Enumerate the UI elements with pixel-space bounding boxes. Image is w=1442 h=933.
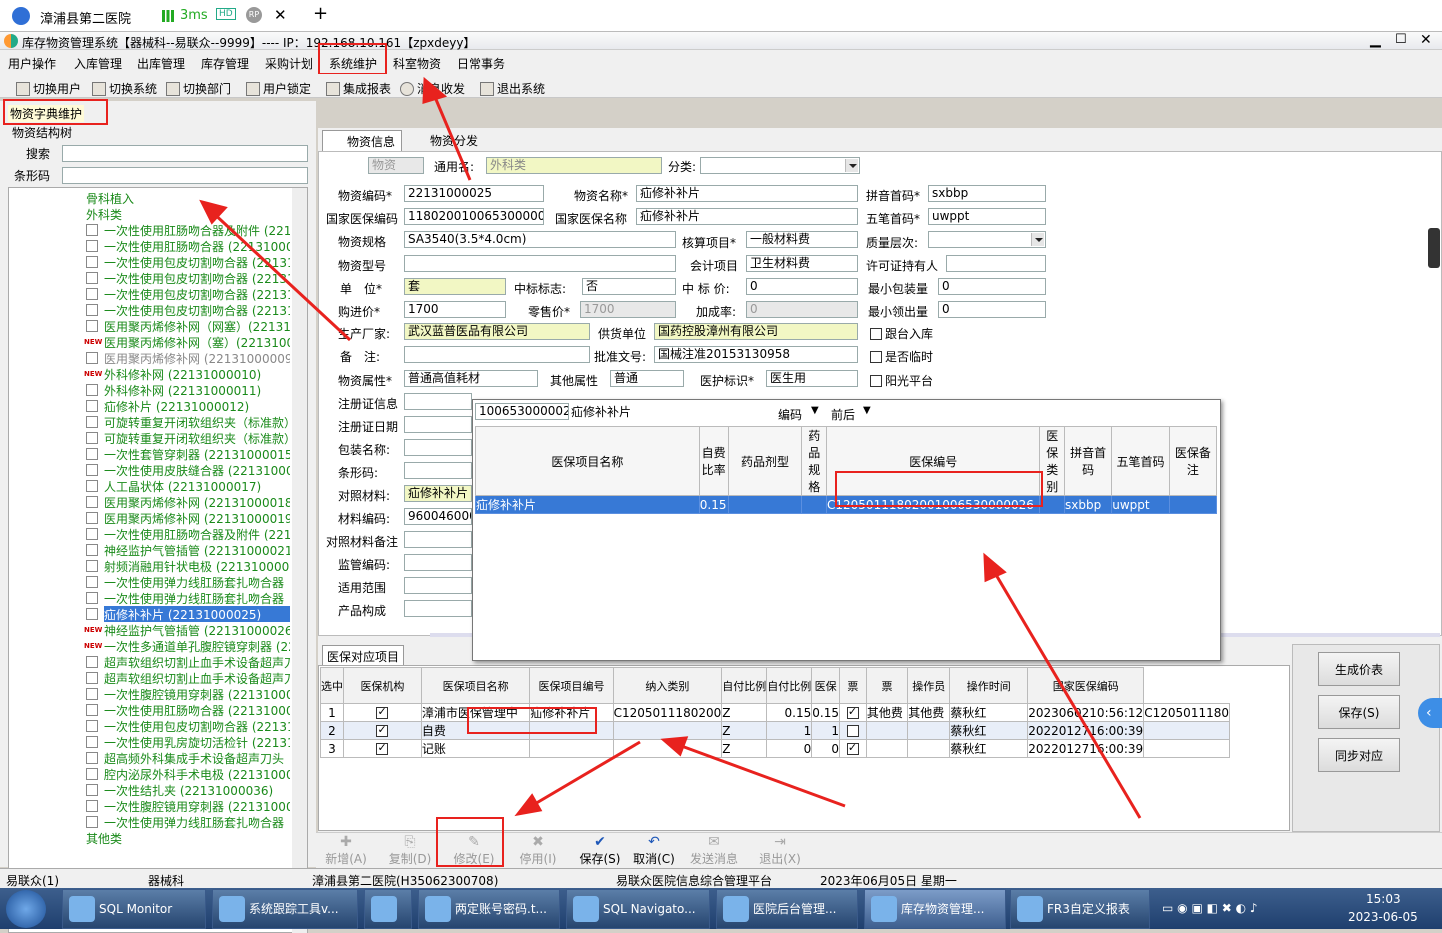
app-icon (723, 896, 749, 922)
app-icon (371, 896, 397, 922)
task-sql-navigator[interactable]: SQL Navigato... (566, 889, 710, 929)
status-hospital: 漳浦县第二医院(H35062300708) (312, 874, 499, 888)
clock-date: 2023-06-05 (1348, 910, 1418, 924)
task-trace-tool[interactable]: 系统跟踪工具v... (212, 889, 358, 929)
app-icon (573, 896, 599, 922)
start-button[interactable] (6, 890, 46, 928)
status-user: 易联众(1) (6, 874, 59, 888)
annotation-arrows (199, 76, 1142, 819)
app-icon (219, 896, 245, 922)
task-inventory-system[interactable]: 库存物资管理... (864, 889, 1006, 929)
tray-icons: ▭ ◉ ▣ ◧ ✖ ◐ ♪ (1162, 901, 1258, 915)
task-sql-monitor[interactable]: SQL Monitor (62, 889, 206, 929)
status-dept: 器械科 (148, 874, 185, 888)
status-bar: 易联众(1) 器械科 漳浦县第二医院(H35062300708) 易联众医院信息… (0, 868, 1442, 888)
status-date: 2023年06月05日 星期一 (820, 874, 957, 888)
task-hospital-admin[interactable]: 医院后台管理... (716, 889, 858, 929)
app-icon (69, 896, 95, 922)
task-password-notes[interactable]: 两定账号密码.t... (418, 889, 560, 929)
task-fr3-report[interactable]: FR3自定义报表 (1010, 889, 1150, 929)
task-network[interactable] (364, 889, 412, 929)
app-icon (425, 896, 451, 922)
clock-time: 15:03 (1366, 892, 1401, 906)
app-icon (871, 896, 897, 922)
app-icon (1017, 896, 1043, 922)
status-platform: 易联众医院信息综合管理平台 (616, 874, 773, 888)
